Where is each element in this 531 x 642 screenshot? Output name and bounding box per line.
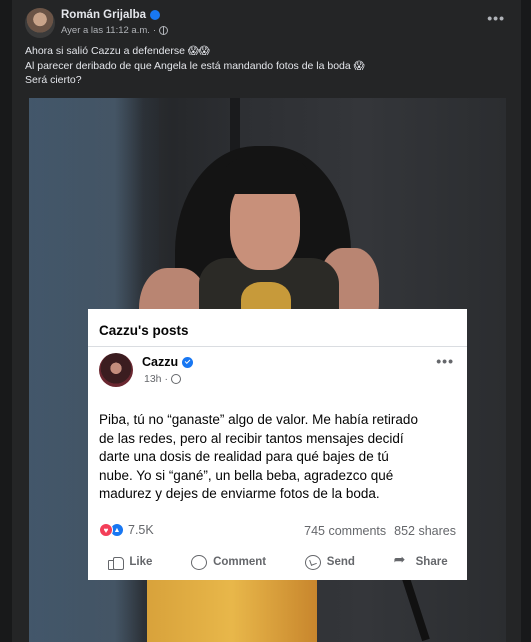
- share-button: Share: [394, 552, 448, 569]
- post-caption: Ahora si salió Cazzu a defenderse 😱😱 Al …: [25, 44, 505, 88]
- shares-count: 852 shares: [394, 524, 456, 538]
- body-line: de las redes, pero al recibir tantos men…: [99, 430, 404, 446]
- comments-count: 745 comments: [304, 524, 387, 538]
- like-button: Like: [107, 555, 153, 570]
- reactions-summary: ♥ ▲ 7.5K: [99, 523, 154, 537]
- send-button: Send: [304, 554, 355, 570]
- embedded-author-row: Cazzu: [142, 355, 194, 369]
- author-name[interactable]: Román Grijalba: [61, 9, 146, 21]
- body-line: nube. Yo si “gané”, un bella beba, agrad…: [99, 467, 394, 483]
- globe-icon: [171, 374, 182, 384]
- embedded-body: Piba, tú no “ganaste” algo de valor. Me …: [99, 411, 459, 504]
- reactions-count: 7.5K: [128, 523, 154, 537]
- share-icon: [394, 552, 410, 569]
- body-line: darte una dosis de realidad para qué baj…: [99, 449, 389, 464]
- send-label: Send: [326, 556, 355, 568]
- embedded-meta: 13h ·: [144, 373, 182, 385]
- photo-bangs: [225, 156, 307, 194]
- comment-icon: [191, 554, 208, 570]
- embedded-separator: ·: [164, 373, 169, 385]
- comment-label: Comment: [213, 556, 267, 568]
- caption-line: Al parecer deribado de que Angela le est…: [25, 59, 365, 72]
- send-icon: [304, 554, 321, 570]
- meta-separator: ·: [152, 25, 157, 36]
- facebook-post: Román Grijalba Ayer a las 11:12 a.m. · •…: [12, 0, 521, 642]
- engagement-stats: 745 comments 852 shares: [304, 524, 456, 538]
- caption-line: Ahora si salió Cazzu a defenderse 😱😱: [25, 45, 210, 57]
- love-reaction-icon: ♥: [99, 523, 113, 537]
- divider: [88, 346, 467, 347]
- more-options-icon: •••: [436, 353, 454, 369]
- post-meta: Ayer a las 11:12 a.m. ·: [61, 25, 169, 36]
- more-options-icon[interactable]: •••: [487, 10, 505, 26]
- embedded-author: Cazzu: [142, 355, 179, 369]
- caption-line: Será cierto?: [25, 74, 82, 86]
- body-line: Piba, tú no “ganaste” algo de valor. Me …: [99, 412, 418, 427]
- globe-icon: [159, 26, 169, 35]
- embedded-title: Cazzu's posts: [99, 323, 189, 338]
- action-bar: Like Comment Send Share: [88, 550, 467, 574]
- embedded-time: 13h: [144, 373, 162, 385]
- author-name-row: Román Grijalba: [61, 9, 160, 21]
- embedded-avatar: [99, 353, 133, 387]
- author-avatar[interactable]: [25, 8, 55, 38]
- photo-skirt: [147, 570, 317, 642]
- like-icon: [107, 555, 125, 570]
- like-label: Like: [129, 556, 153, 568]
- verified-badge-icon: [150, 10, 160, 20]
- post-timestamp[interactable]: Ayer a las 11:12 a.m.: [61, 25, 150, 36]
- embedded-post-card: Cazzu's posts Cazzu 13h · ••• Piba, tú n…: [88, 309, 467, 580]
- body-line: madurez y dejes de enviarme fotos de la …: [99, 486, 380, 501]
- comment-button: Comment: [191, 554, 267, 570]
- share-label: Share: [415, 556, 448, 568]
- verified-badge-icon: [182, 356, 194, 368]
